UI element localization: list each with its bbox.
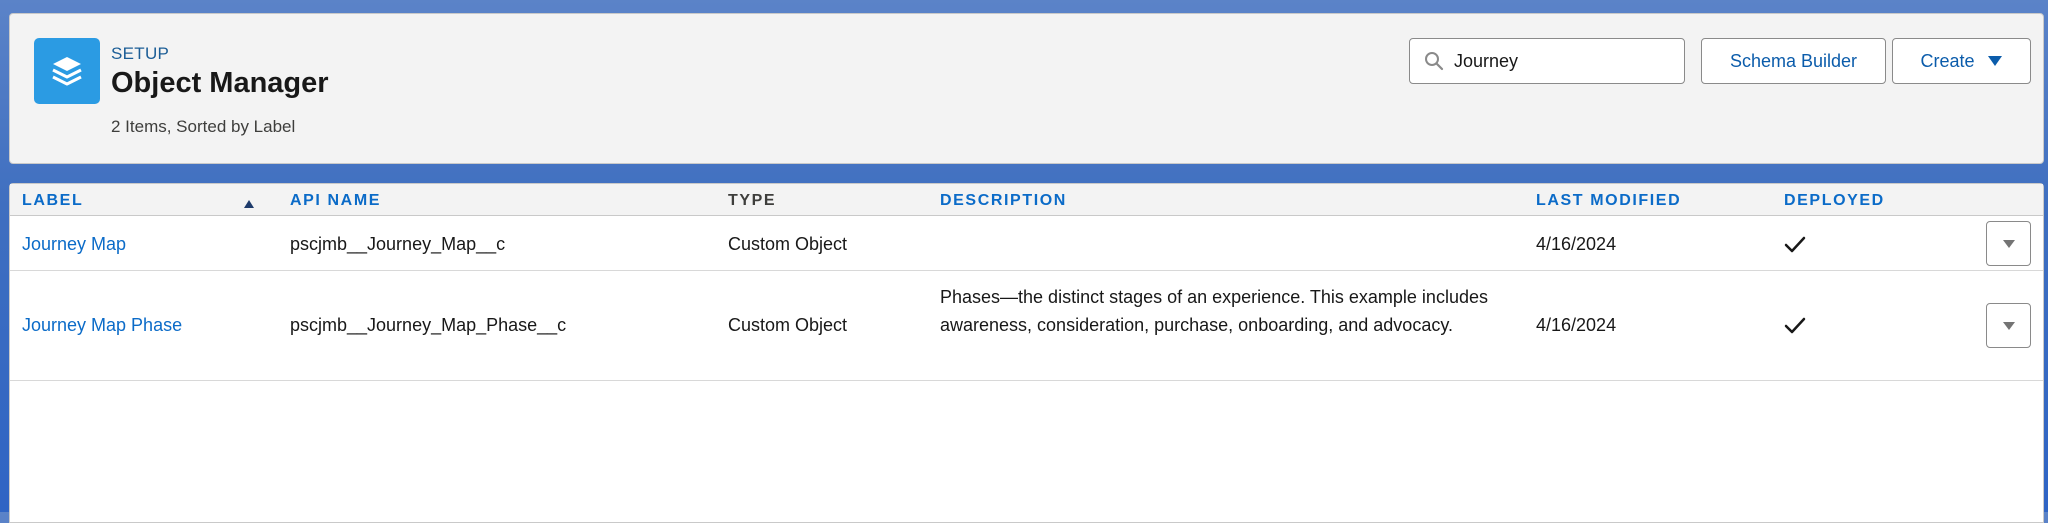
schema-builder-label: Schema Builder [1729, 50, 1858, 71]
sort-ascending-icon[interactable] [244, 195, 254, 213]
last-modified-cell: 4/16/2024 [1536, 234, 1617, 254]
chevron-down-icon [2002, 321, 2015, 330]
search-field[interactable] [1409, 38, 1685, 84]
row-actions-button[interactable] [1986, 303, 2031, 348]
search-input[interactable] [1454, 39, 1674, 83]
create-label: Create [1920, 50, 1975, 71]
search-icon [1424, 51, 1444, 76]
row-actions-button[interactable] [1986, 221, 2031, 266]
create-button[interactable]: Create [1892, 38, 2031, 84]
column-header-label[interactable]: LABEL [22, 192, 83, 210]
checkmark-icon [1784, 236, 1806, 259]
chevron-down-icon [2002, 239, 2015, 248]
table-row: Journey Map Phase pscjmb__Journey_Map_Ph… [10, 271, 2043, 381]
object-manager-header: SETUP Object Manager 2 Items, Sorted by … [9, 13, 2044, 164]
description-cell: Phases—the distinct stages of an experie… [940, 287, 1488, 335]
last-modified-cell: 4/16/2024 [1536, 315, 1617, 335]
page-title: Object Manager [111, 67, 329, 99]
api-name-cell: pscjmb__Journey_Map_Phase__c [290, 315, 567, 335]
column-header-api-name[interactable]: API NAME [290, 192, 381, 210]
layers-icon [34, 38, 100, 104]
breadcrumb-setup: SETUP [111, 44, 170, 63]
chevron-down-icon [1987, 51, 2003, 72]
object-label-link[interactable]: Journey Map [22, 234, 126, 255]
table-header: LABEL API NAME TYPE DESCRIPTION LAST MOD… [10, 184, 2043, 216]
items-count-info: 2 Items, Sorted by Label [111, 117, 296, 136]
column-header-type[interactable]: TYPE [728, 192, 776, 210]
api-name-cell: pscjmb__Journey_Map__c [290, 234, 506, 254]
schema-builder-button[interactable]: Schema Builder [1701, 38, 1886, 84]
objects-table: LABEL API NAME TYPE DESCRIPTION LAST MOD… [9, 183, 2044, 523]
column-header-last-modified[interactable]: LAST MODIFIED [1536, 192, 1681, 210]
type-cell: Custom Object [728, 234, 848, 254]
checkmark-icon [1784, 317, 1806, 340]
type-cell: Custom Object [728, 315, 848, 335]
object-label-link[interactable]: Journey Map Phase [22, 315, 182, 336]
column-header-deployed[interactable]: DEPLOYED [1784, 192, 1885, 210]
table-row: Journey Map pscjmb__Journey_Map__c Custo… [10, 216, 2043, 271]
column-header-description[interactable]: DESCRIPTION [940, 192, 1067, 210]
